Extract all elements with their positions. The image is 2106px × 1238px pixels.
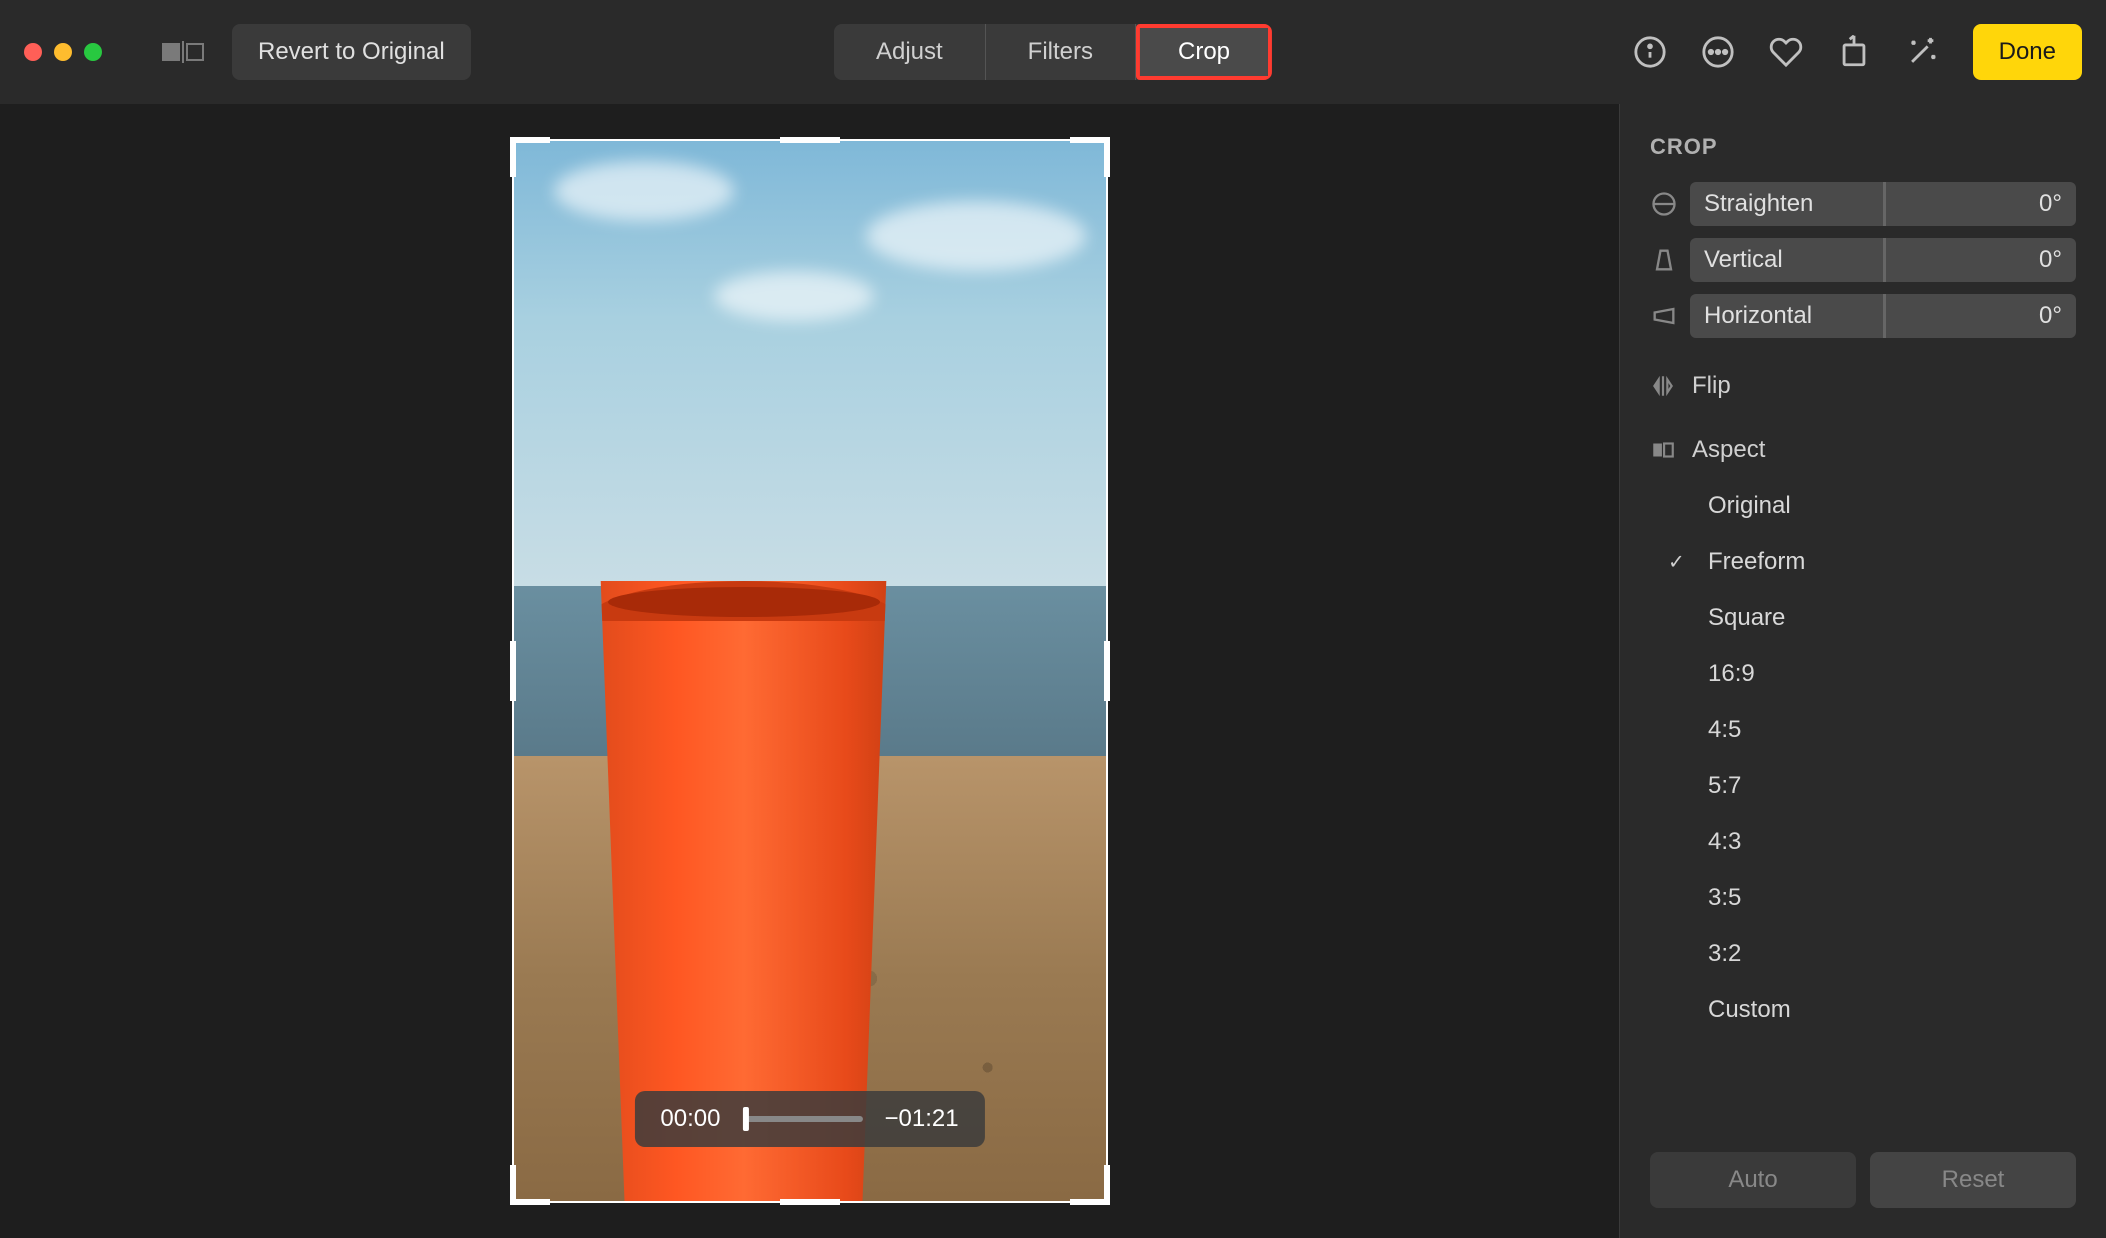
vertical-value: 0°	[2039, 246, 2062, 274]
aspect-item-3-2[interactable]: 3:2	[1650, 926, 2076, 982]
tab-filters[interactable]: Filters	[986, 24, 1136, 80]
crop-handle-top[interactable]	[780, 137, 840, 143]
titlebar: Revert to Original Adjust Filters Crop D…	[0, 0, 2106, 104]
horizontal-label: Horizontal	[1704, 302, 1812, 330]
aspect-item-label: 4:5	[1708, 716, 1741, 743]
aspect-item-label: Original	[1708, 492, 1791, 519]
rotate-icon[interactable]	[1837, 35, 1871, 69]
horizontal-row[interactable]: Horizontal 0°	[1650, 294, 2076, 338]
crop-sidebar: CROP Straighten 0° Vertical 0° Horizontal 0…	[1620, 104, 2106, 1238]
crop-frame[interactable]: 00:00 −01:21	[512, 139, 1108, 1203]
edit-mode-tabs: Adjust Filters Crop	[834, 24, 1272, 80]
toolbar-right: Done	[1633, 24, 2082, 80]
aspect-item-label: 3:5	[1708, 884, 1741, 911]
compare-toggle[interactable]	[162, 41, 204, 63]
aspect-label: Aspect	[1692, 436, 1765, 464]
straighten-value: 0°	[2039, 190, 2062, 218]
aspect-item-label: 16:9	[1708, 660, 1755, 687]
sidebar-title: CROP	[1650, 134, 2076, 160]
sidebar-footer: Auto Reset	[1650, 1152, 2076, 1208]
crop-handle-top-left[interactable]	[510, 137, 550, 177]
auto-button[interactable]: Auto	[1650, 1152, 1856, 1208]
check-icon: ✓	[1668, 550, 1685, 575]
scrubber-track[interactable]	[742, 1116, 862, 1122]
aspect-item-square[interactable]: Square	[1650, 590, 2076, 646]
window-controls	[24, 43, 102, 61]
aspect-item-freeform[interactable]: ✓ Freeform	[1650, 534, 2076, 590]
canvas-area: 00:00 −01:21	[0, 104, 1620, 1238]
aspect-item-original[interactable]: Original	[1650, 478, 2076, 534]
aspect-list: Original ✓ Freeform Square 16:9 4:5 5:7 4:3 3:5 3…	[1650, 478, 2076, 1038]
reset-button[interactable]: Reset	[1870, 1152, 2076, 1208]
favorite-heart-icon[interactable]	[1769, 35, 1803, 69]
aspect-icon	[1650, 437, 1676, 463]
photo-preview	[514, 141, 1106, 1201]
aspect-item-custom[interactable]: Custom	[1650, 982, 2076, 1038]
aspect-item-label: Square	[1708, 604, 1785, 631]
aspect-item-label: Custom	[1708, 996, 1791, 1023]
crop-handle-left[interactable]	[510, 641, 516, 701]
crop-handle-bottom-left[interactable]	[510, 1165, 550, 1205]
crop-handle-top-right[interactable]	[1070, 137, 1110, 177]
crop-handle-bottom-right[interactable]	[1070, 1165, 1110, 1205]
done-button[interactable]: Done	[1973, 24, 2082, 80]
scrubber-remaining-time: −01:21	[884, 1105, 958, 1133]
vertical-row[interactable]: Vertical 0°	[1650, 238, 2076, 282]
aspect-item-label: 4:3	[1708, 828, 1741, 855]
aspect-item-label: Freeform	[1708, 548, 1805, 575]
aspect-item-4-3[interactable]: 4:3	[1650, 814, 2076, 870]
close-window-button[interactable]	[24, 43, 42, 61]
more-icon[interactable]	[1701, 35, 1735, 69]
auto-enhance-icon[interactable]	[1905, 35, 1939, 69]
crop-handle-right[interactable]	[1104, 641, 1110, 701]
crop-handle-bottom[interactable]	[780, 1199, 840, 1205]
aspect-item-16-9[interactable]: 16:9	[1650, 646, 2076, 702]
minimize-window-button[interactable]	[54, 43, 72, 61]
flip-row[interactable]: Flip	[1650, 372, 2076, 400]
horizontal-value: 0°	[2039, 302, 2062, 330]
flip-label: Flip	[1692, 372, 1731, 400]
tab-adjust[interactable]: Adjust	[834, 24, 986, 80]
flip-icon	[1650, 373, 1676, 399]
crop-tab-highlight: Crop	[1136, 24, 1272, 80]
aspect-item-label: 5:7	[1708, 772, 1741, 799]
straighten-label: Straighten	[1704, 190, 1813, 218]
maximize-window-button[interactable]	[84, 43, 102, 61]
tab-crop[interactable]: Crop	[1140, 28, 1268, 76]
aspect-item-label: 3:2	[1708, 940, 1741, 967]
straighten-row[interactable]: Straighten 0°	[1650, 182, 2076, 226]
revert-to-original-button[interactable]: Revert to Original	[232, 24, 471, 80]
video-scrubber: 00:00 −01:21	[634, 1091, 984, 1147]
vertical-label: Vertical	[1704, 246, 1783, 274]
info-icon[interactable]	[1633, 35, 1667, 69]
horizontal-perspective-icon	[1650, 302, 1678, 330]
vertical-perspective-icon	[1650, 246, 1678, 274]
straighten-icon	[1650, 190, 1678, 218]
aspect-item-4-5[interactable]: 4:5	[1650, 702, 2076, 758]
main-area: 00:00 −01:21 CROP Straighten 0° Vertical 0…	[0, 104, 2106, 1238]
aspect-row[interactable]: Aspect	[1650, 436, 2076, 464]
aspect-item-5-7[interactable]: 5:7	[1650, 758, 2076, 814]
aspect-item-3-5[interactable]: 3:5	[1650, 870, 2076, 926]
scrubber-thumb[interactable]	[742, 1107, 748, 1131]
scrubber-current-time: 00:00	[660, 1105, 720, 1133]
